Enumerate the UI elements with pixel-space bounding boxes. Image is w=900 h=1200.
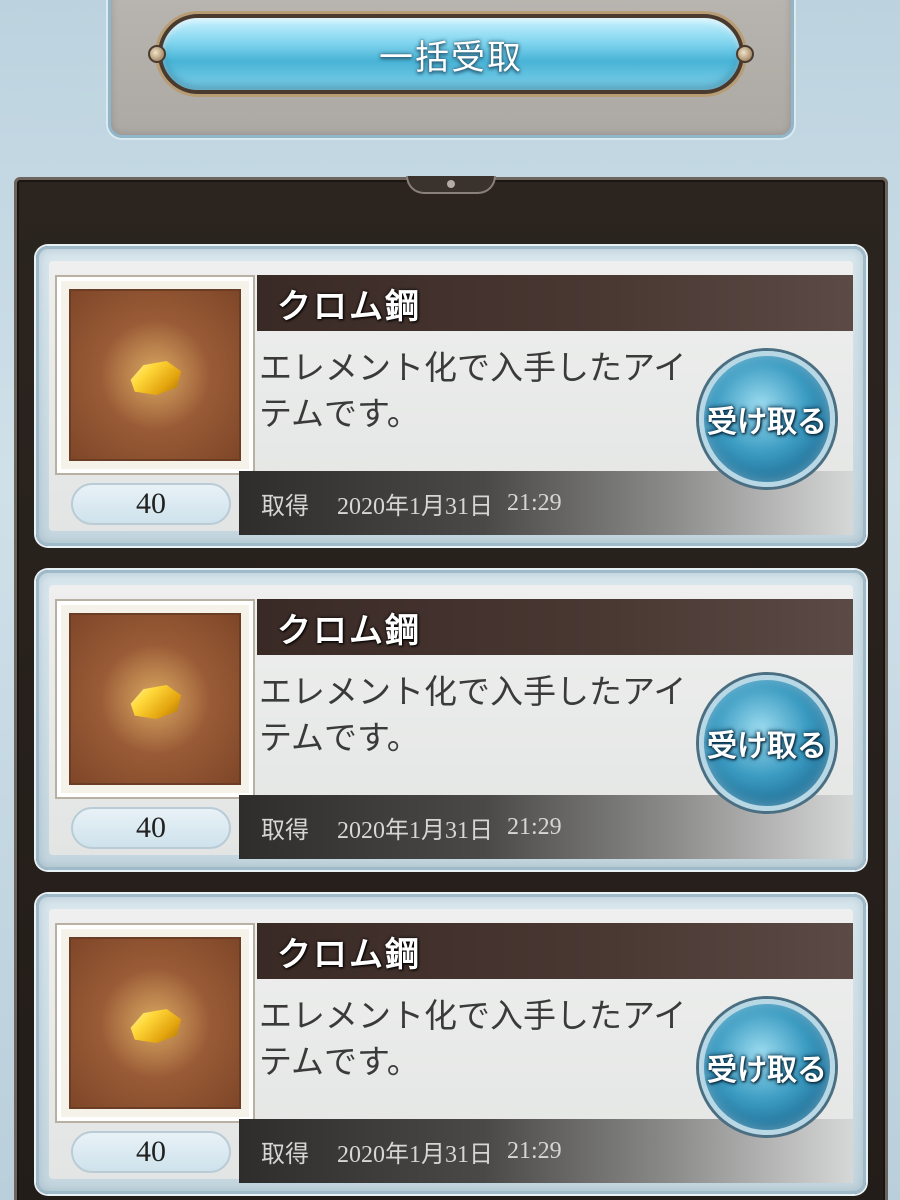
item-count: 40	[71, 807, 231, 849]
item-thumbnail	[57, 925, 253, 1121]
acquired-time: 21:29	[507, 489, 562, 516]
acquired-time: 21:29	[507, 1137, 562, 1164]
bulk-receive-label: 一括受取	[379, 37, 523, 78]
item-description: エレメント化で入手したアイテムです。	[259, 348, 687, 433]
card-body: クロム鋼 エレメント化で入手したアイテムです。 40 取得 2020年1月31日…	[49, 585, 853, 859]
receive-label: 受け取る	[707, 729, 827, 764]
frame-ornament	[406, 176, 496, 194]
item-name: クロム鋼	[277, 286, 421, 327]
acquired-time: 21:29	[507, 813, 562, 840]
list-item: クロム鋼 エレメント化で入手したアイテムです。 40 取得 2020年1月31日…	[36, 894, 866, 1194]
card-body: クロム鋼 エレメント化で入手したアイテムです。 40 取得 2020年1月31日…	[49, 909, 853, 1183]
receive-button[interactable]: 受け取る	[699, 999, 835, 1135]
item-count: 40	[71, 1131, 231, 1173]
acquired-label: 取得	[261, 1141, 309, 1168]
item-name: クロム鋼	[277, 934, 421, 975]
receive-button[interactable]: 受け取る	[699, 351, 835, 487]
list-item: クロム鋼 エレメント化で入手したアイテムです。 40 取得 2020年1月31日…	[36, 246, 866, 546]
item-count: 40	[71, 483, 231, 525]
acquired-date: 取得 2020年1月31日 21:29	[261, 1119, 562, 1183]
item-description: エレメント化で入手したアイテムです。	[259, 996, 687, 1081]
button-ornament-left	[148, 45, 166, 63]
bulk-receive-button[interactable]: 一括受取	[148, 14, 754, 94]
acquired-date-value: 2020年1月31日	[337, 817, 493, 844]
item-name: クロム鋼	[277, 610, 421, 651]
acquired-label: 取得	[261, 493, 309, 520]
acquired-date: 取得 2020年1月31日 21:29	[261, 471, 562, 535]
list-item: クロム鋼 エレメント化で入手したアイテムです。 40 取得 2020年1月31日…	[36, 570, 866, 870]
acquired-date: 取得 2020年1月31日 21:29	[261, 795, 562, 859]
acquired-date-value: 2020年1月31日	[337, 493, 493, 520]
acquired-label: 取得	[261, 817, 309, 844]
item-thumbnail	[57, 277, 253, 473]
receive-label: 受け取る	[707, 405, 827, 440]
item-description: エレメント化で入手したアイテムです。	[259, 672, 687, 757]
button-ornament-right	[736, 45, 754, 63]
receive-button[interactable]: 受け取る	[699, 675, 835, 811]
item-thumbnail	[57, 601, 253, 797]
receive-label: 受け取る	[707, 1053, 827, 1088]
card-body: クロム鋼 エレメント化で入手したアイテムです。 40 取得 2020年1月31日…	[49, 261, 853, 535]
acquired-date-value: 2020年1月31日	[337, 1141, 493, 1168]
